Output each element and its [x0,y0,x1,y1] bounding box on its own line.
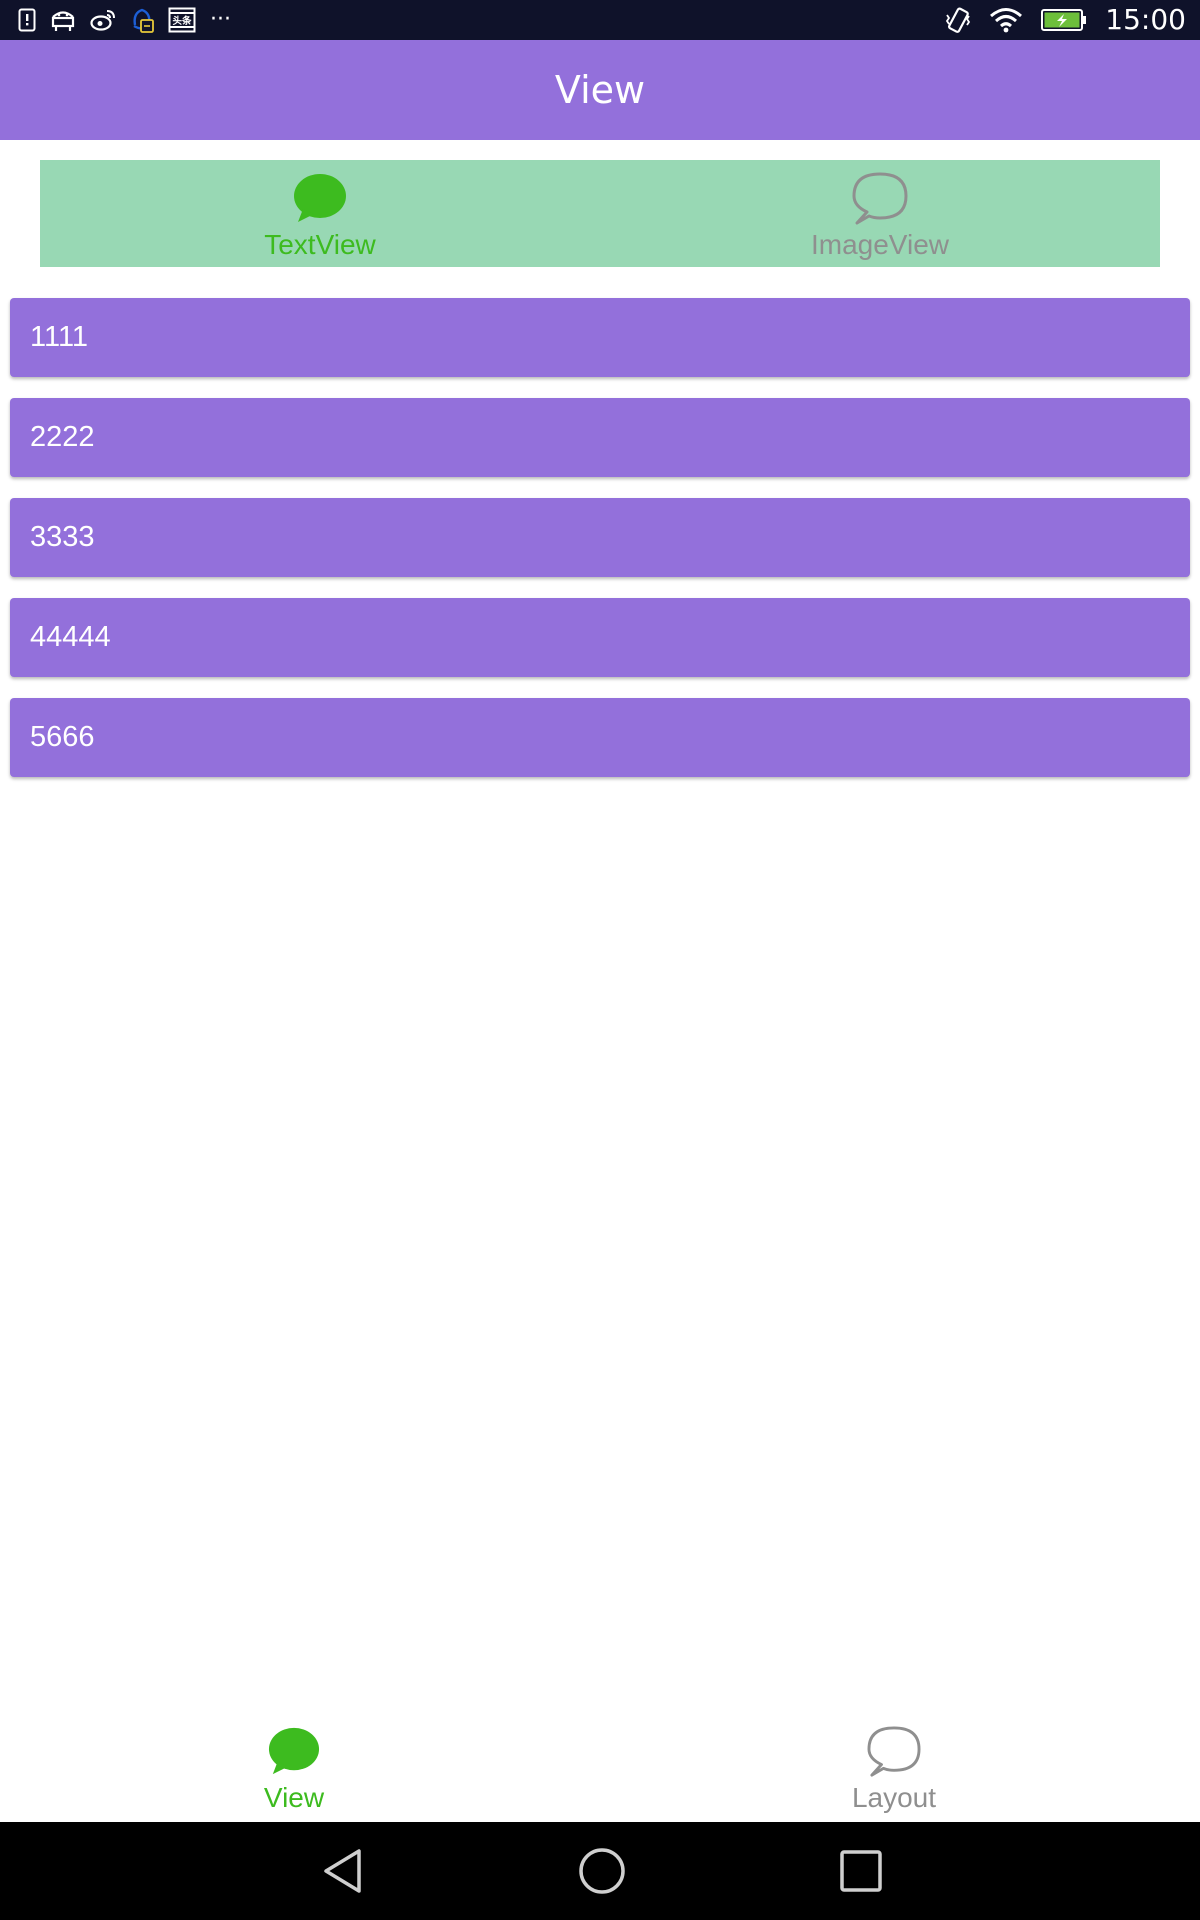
tab-textview-label: TextView [264,229,376,260]
status-bar: 头条 ··· 15:00 [0,0,1200,40]
top-tab-strip: TextView ImageView [40,160,1160,267]
chat-bubble-outline-icon [867,1726,921,1777]
battery-charging-icon [1041,9,1087,31]
chat-bubble-outline-icon [852,172,908,225]
list-item[interactable]: 2222 [10,398,1190,477]
list-item-label: 1111 [30,321,89,353]
app-bar: View [0,40,1200,140]
list-item-label: 2222 [30,421,95,453]
android-debug-icon [50,8,76,32]
sim-alert-icon [18,8,36,32]
page-title: View [554,68,646,112]
tab-imageview-label: ImageView [810,229,949,260]
recent-apps-button[interactable] [836,1846,886,1896]
more-notifications-icon: ··· [210,7,231,32]
toutiao-icon: 头条 [168,7,196,33]
item-list: 1111 2222 3333 44444 5666 [10,298,1190,798]
back-icon [324,1849,361,1893]
wifi-icon [989,7,1023,33]
weibo-icon [90,8,116,32]
bottom-nav-view[interactable]: View [194,1726,394,1814]
qq-icon [130,7,154,33]
list-item[interactable]: 5666 [10,698,1190,777]
list-item[interactable]: 1111 [10,298,1190,377]
recent-apps-icon [840,1850,882,1892]
system-navigation-bar [0,1822,1200,1920]
back-button[interactable] [320,1846,370,1896]
bottom-nav-layout[interactable]: Layout [794,1726,994,1814]
chat-bubble-filled-icon [294,174,346,222]
bottom-nav-layout-label: Layout [851,1782,937,1813]
notification-icons: 头条 ··· [18,6,231,34]
home-icon [579,1848,625,1894]
chat-bubble-filled-icon [268,1727,320,1775]
list-item[interactable]: 44444 [10,598,1190,677]
system-status-icons: 15:00 [945,0,1186,40]
svg-text:头条: 头条 [172,15,192,27]
list-item-label: 44444 [30,621,111,653]
list-item[interactable]: 3333 [10,498,1190,577]
clock: 15:00 [1105,3,1186,36]
tab-textview[interactable]: TextView [40,160,600,267]
bottom-navigation: View Layout [0,1716,1200,1822]
bottom-nav-view-label: View [263,1782,325,1813]
list-item-label: 5666 [30,721,95,753]
list-item-label: 3333 [30,521,95,553]
home-button[interactable] [577,1846,627,1896]
vibrate-icon [945,6,971,34]
tab-imageview[interactable]: ImageView [600,160,1160,267]
